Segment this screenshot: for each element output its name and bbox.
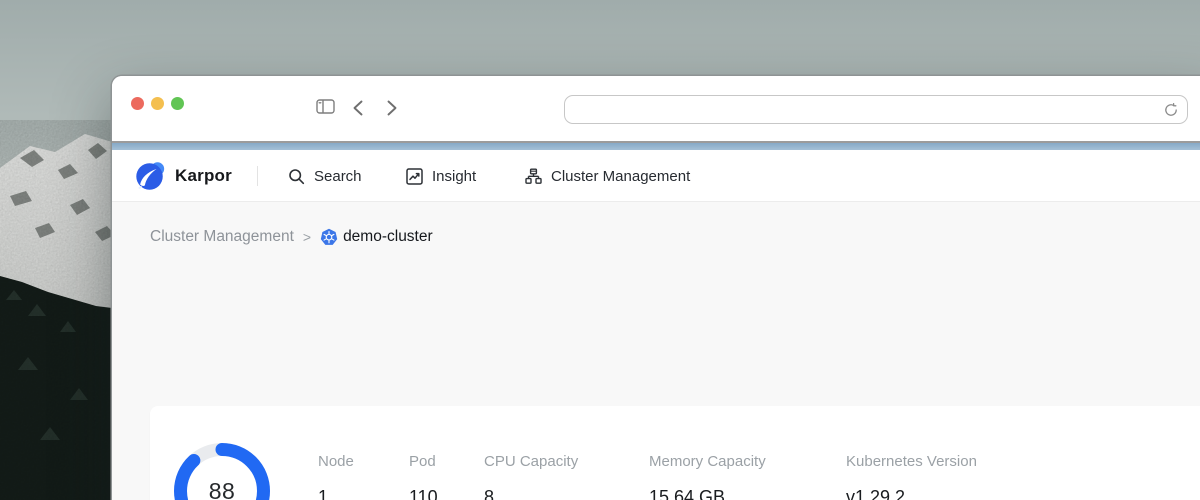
stat-label: CPU Capacity <box>484 453 578 470</box>
page-content: Cluster Management > demo-cluster <box>112 202 1200 500</box>
page-top-band <box>112 143 1200 150</box>
stat-label: Pod <box>409 453 436 470</box>
karpor-logo-icon[interactable] <box>133 159 167 193</box>
insight-chart-icon <box>406 168 423 185</box>
nav-item-search[interactable]: Search <box>288 150 362 202</box>
close-button[interactable] <box>131 97 144 110</box>
address-bar[interactable] <box>564 95 1188 124</box>
minimize-button[interactable] <box>151 97 164 110</box>
stat-value: v1.29.2 <box>846 487 905 500</box>
breadcrumb: Cluster Management > demo-cluster <box>150 228 433 246</box>
brand-name: Karpor <box>175 166 232 186</box>
breadcrumb-separator: > <box>303 229 311 245</box>
browser-titlebar <box>112 76 1200 141</box>
reload-icon[interactable] <box>1164 103 1178 117</box>
window-controls <box>131 97 184 110</box>
stat-label: Kubernetes Version <box>846 453 977 470</box>
stat-value: 1 <box>318 487 328 500</box>
app-header: Karpor Search Insight <box>112 150 1200 202</box>
browser-window: Karpor Search Insight <box>112 76 1200 500</box>
search-icon <box>288 168 305 185</box>
breadcrumb-parent-link[interactable]: Cluster Management <box>150 228 294 246</box>
stat-label: Node <box>318 453 354 470</box>
nav-label-insight: Insight <box>432 168 476 185</box>
forward-button-icon[interactable] <box>386 100 398 116</box>
breadcrumb-current-cluster: demo-cluster <box>343 228 433 246</box>
screenshot-stage: Karpor Search Insight <box>0 0 1200 500</box>
stat-value: 8 <box>484 487 494 500</box>
nav-label-search: Search <box>314 168 362 185</box>
url-input[interactable] <box>574 96 1164 123</box>
nav-item-cluster-management[interactable]: Cluster Management <box>525 150 690 202</box>
kubernetes-icon <box>320 228 338 246</box>
health-score-value: 88 <box>173 442 271 500</box>
nav-item-insight[interactable]: Insight <box>406 150 476 202</box>
stat-label: Memory Capacity <box>649 453 766 470</box>
stat-value: 15.64 GB <box>649 487 725 500</box>
back-button-icon[interactable] <box>352 100 364 116</box>
cluster-summary-card: 88 Node 1 Pod 110 CPU Capacity 8 Memory … <box>150 406 1200 500</box>
sidebar-toggle-icon[interactable] <box>316 99 335 114</box>
nav-label-cluster-management: Cluster Management <box>551 168 690 185</box>
cluster-hierarchy-icon <box>525 168 542 185</box>
header-divider <box>257 166 258 186</box>
zoom-button[interactable] <box>171 97 184 110</box>
health-score-gauge: 88 <box>173 442 271 500</box>
stat-value: 110 <box>409 487 438 500</box>
